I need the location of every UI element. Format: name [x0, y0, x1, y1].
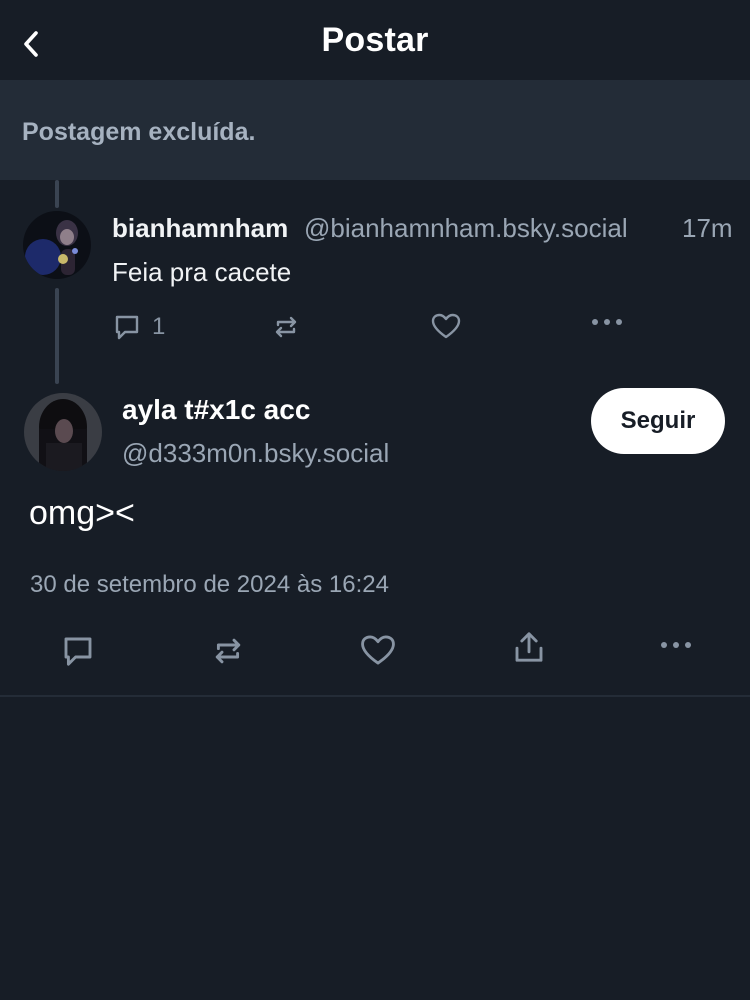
- post-author-name[interactable]: ayla t#x1c acc: [122, 394, 310, 426]
- reply-author-handle[interactable]: @bianhamnham.bsky.social: [304, 213, 628, 244]
- reply-more-button[interactable]: [590, 312, 624, 332]
- reply-repost-button[interactable]: [271, 312, 301, 342]
- comment-button[interactable]: [60, 633, 96, 669]
- post-text: omg><: [29, 494, 135, 532]
- reply-like-button[interactable]: [430, 311, 462, 341]
- post-author-handle[interactable]: @d333m0n.bsky.social: [122, 438, 389, 469]
- reply-comment-button[interactable]: 1: [112, 312, 165, 342]
- share-button[interactable]: [511, 629, 547, 665]
- post-thread-screen: Postar Postagem excluída. bianhamnham @b…: [0, 0, 750, 1000]
- post-timestamp: 30 de setembro de 2024 às 16:24: [30, 571, 389, 598]
- more-button[interactable]: [659, 635, 693, 655]
- repost-button[interactable]: [210, 633, 246, 669]
- thread-line-middle: [55, 288, 59, 384]
- repost-icon: [275, 316, 297, 338]
- deleted-post-label: Postagem excluída.: [22, 118, 256, 146]
- repost-icon: [215, 638, 241, 664]
- like-button[interactable]: [359, 632, 397, 668]
- avatar[interactable]: [24, 393, 102, 471]
- reply-post-text[interactable]: Feia pra cacete: [112, 257, 291, 288]
- reply-timestamp[interactable]: 17m: [682, 213, 733, 244]
- thread-line-top: [55, 180, 59, 208]
- avatar[interactable]: [23, 211, 91, 279]
- follow-button[interactable]: Seguir: [591, 388, 725, 454]
- reply-count: 1: [152, 313, 166, 340]
- heart-icon: [431, 313, 461, 339]
- more-icon: [592, 319, 622, 325]
- divider: [0, 695, 750, 697]
- comment-icon: [115, 315, 139, 340]
- page-title: Postar: [321, 21, 429, 59]
- share-icon: [515, 632, 543, 662]
- top-bar: Postar: [0, 0, 750, 80]
- more-icon: [661, 642, 691, 648]
- reply-author-name[interactable]: bianhamnham: [112, 213, 288, 244]
- heart-icon: [361, 635, 395, 665]
- comment-icon: [64, 637, 92, 666]
